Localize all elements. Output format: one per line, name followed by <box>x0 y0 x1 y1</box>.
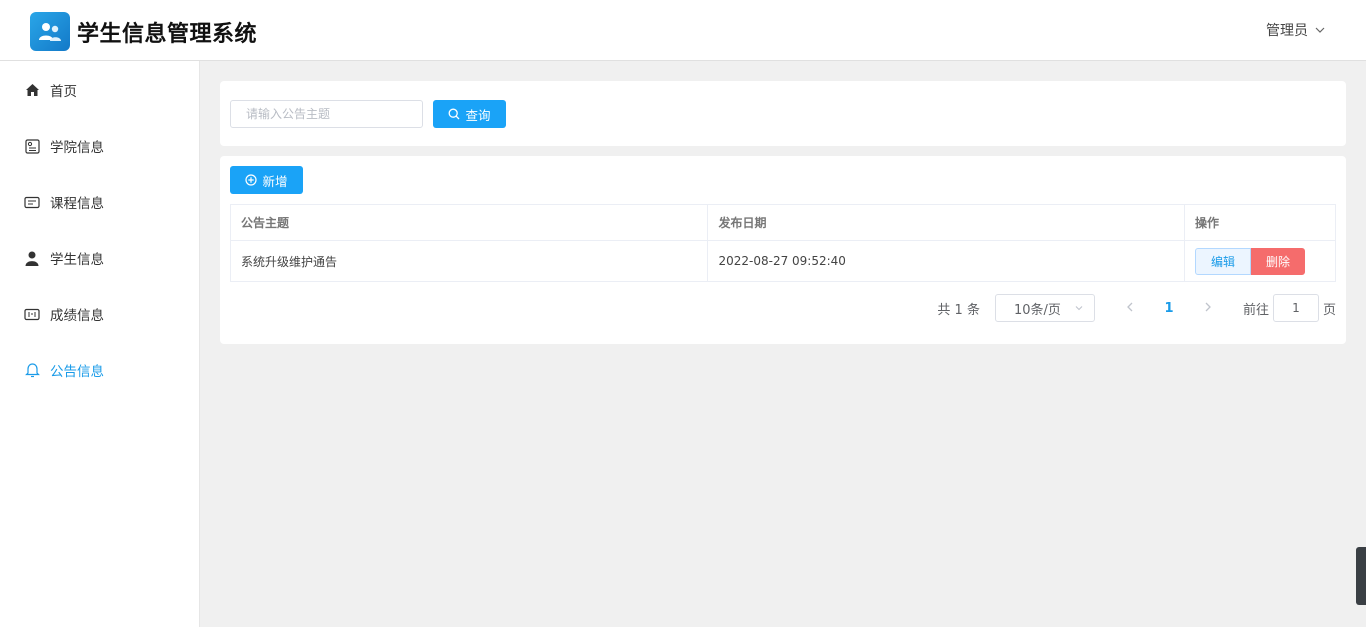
page-number[interactable]: 1 <box>1145 301 1193 316</box>
sidebar-item-score[interactable]: 成绩信息 <box>0 286 199 342</box>
notice-table: 公告主题 发布日期 操作 系统升级维护通告 2022-08-27 09:52:4… <box>229 204 1336 282</box>
query-button[interactable]: 查询 <box>433 100 506 128</box>
chevron-down-icon <box>1075 306 1083 311</box>
side-widget[interactable] <box>1356 547 1366 605</box>
search-input[interactable] <box>230 100 423 128</box>
bell-icon <box>24 362 40 378</box>
prev-page-button[interactable] <box>1115 301 1145 316</box>
page-size-value: 10条/页 <box>1013 302 1061 318</box>
query-button-label: 查询 <box>465 108 491 123</box>
college-icon <box>24 138 40 154</box>
delete-button[interactable]: 删除 <box>1251 247 1306 275</box>
sidebar-item-home[interactable]: 首页 <box>0 62 199 118</box>
course-icon <box>24 194 40 210</box>
sidebar-item-course[interactable]: 课程信息 <box>0 174 199 230</box>
score-icon <box>24 306 40 322</box>
pagination: 共 1 条 10条/页 1 前往 页 <box>937 294 1336 322</box>
header-topic[interactable]: 公告主题 <box>229 204 709 241</box>
table-header-row: 公告主题 发布日期 操作 <box>229 204 1336 241</box>
sidebar-item-notice[interactable]: 公告信息 <box>0 342 199 398</box>
goto-page-input[interactable] <box>1272 294 1319 322</box>
sidebar-item-label: 首页 <box>50 84 77 100</box>
chevron-right-icon <box>1205 302 1211 311</box>
chevron-left-icon <box>1127 302 1133 311</box>
user-icon <box>24 250 40 266</box>
app-logo <box>30 12 70 51</box>
chevron-down-icon <box>1315 27 1325 33</box>
app-header: 学生信息管理系统 管理员 <box>0 0 1366 61</box>
search-panel: 查询 <box>220 81 1346 146</box>
sidebar-item-label: 学院信息 <box>50 140 104 156</box>
search-icon <box>449 108 460 120</box>
sidebar: 首页 学院信息 课程信息 学生信息 成绩信息 公告信息 <box>0 61 200 627</box>
table-panel: 新增 公告主题 发布日期 操作 系统升级维护通告 2022-08-27 09:5… <box>220 156 1346 344</box>
goto-prefix: 前往 <box>1242 302 1269 318</box>
cell-topic: 系统升级维护通告 <box>229 240 709 282</box>
goto-page: 前往 页 <box>1243 294 1336 322</box>
home-icon <box>24 82 40 98</box>
sidebar-item-student[interactable]: 学生信息 <box>0 230 199 286</box>
sidebar-item-label: 公告信息 <box>50 364 104 380</box>
sidebar-item-label: 成绩信息 <box>50 308 104 324</box>
app-title: 学生信息管理系统 <box>77 22 258 47</box>
sidebar-item-label: 课程信息 <box>50 196 104 212</box>
page-size-select[interactable]: 10条/页 <box>994 294 1095 322</box>
goto-suffix: 页 <box>1322 302 1336 318</box>
table-row: 系统升级维护通告 2022-08-27 09:52:40 编辑 删除 <box>229 240 1336 282</box>
cell-ops: 编辑 删除 <box>1184 240 1336 282</box>
next-page-button[interactable] <box>1193 301 1223 316</box>
sidebar-item-college[interactable]: 学院信息 <box>0 118 199 174</box>
user-name: 管理员 <box>1266 23 1308 39</box>
total-count: 共 1 条 <box>937 302 980 318</box>
user-menu[interactable]: 管理员 <box>1266 20 1326 40</box>
sidebar-item-label: 学生信息 <box>50 252 104 268</box>
header-date[interactable]: 发布日期 <box>707 204 1186 241</box>
row-actions: 编辑 删除 <box>1195 247 1325 275</box>
header-ops: 操作 <box>1184 204 1336 241</box>
cell-date: 2022-08-27 09:52:40 <box>707 240 1186 282</box>
plus-circle-icon <box>245 174 258 186</box>
people-icon <box>39 22 61 41</box>
edit-button[interactable]: 编辑 <box>1195 247 1252 275</box>
add-button[interactable]: 新增 <box>230 166 303 194</box>
add-button-label: 新增 <box>262 174 288 189</box>
